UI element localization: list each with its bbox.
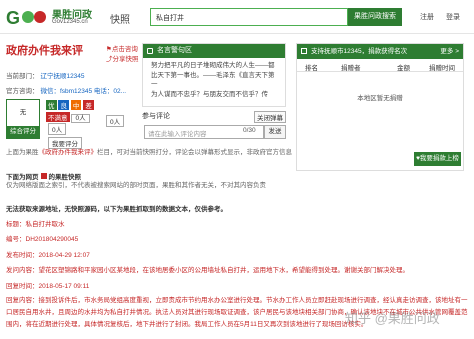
nav-snapshot[interactable]: 快照 [110, 11, 130, 26]
below-heading: 下面为网页 的果胜快照 [6, 173, 81, 181]
official-contact-row: 官方咨询： 微信：fsbm12345 电话：02... [6, 88, 127, 95]
rating-medium[interactable]: 中 [70, 100, 82, 110]
send-comment-button[interactable]: 发送 [264, 125, 286, 139]
share-snapshot-link[interactable]: ⤴分享快照 [106, 53, 139, 63]
data-notice: 无法获取来源地址，无快照源码，以下为果胜抓取到的数据文本，仅供参考。 [6, 206, 227, 213]
code-row: 编号：DH201804290045 [6, 236, 79, 243]
consult-link[interactable]: ⚑点击咨询 [106, 43, 138, 53]
title-row: 标题：私自打井取水 [6, 221, 65, 228]
logo[interactable]: G [6, 6, 50, 28]
register-link[interactable]: 注册 [420, 12, 434, 22]
disclaimer: 仅为网络版面之索引，不代表被搜索网站的部时页面，果胜和其作者无关，不对其内容负责 [6, 182, 266, 189]
rating-options: 优 良 中 差 [46, 100, 94, 110]
count-c: 0人 [106, 115, 125, 127]
column-time: 捐赠时间 [429, 65, 455, 72]
quote-line: 为人谋而不忠乎？与朋友交而不信乎？传 [151, 90, 268, 98]
reply-time-row: 回复时间：2018-05-17 09:11 [6, 283, 90, 290]
column-amount: 金额 [397, 65, 410, 72]
official-contact-link[interactable]: 微信：fsbm12345 电话：02... [40, 88, 126, 95]
rating-excellent[interactable]: 优 [46, 100, 57, 110]
red-marker-icon [40, 173, 47, 179]
donation-columns: 排名 捐赠者 金额 捐赠时间 [297, 59, 463, 72]
quotes-body: 努力把平凡的日子堆砌成伟大的人生——都 比天下第一事也。——毛泽东《直言天下第一… [143, 58, 285, 102]
login-link[interactable]: 登录 [446, 12, 460, 22]
content-row: 发问内容：望花区塑锦路和平家园小区某地段，在该地居委小区的公用墙址私自打井，运用… [6, 267, 409, 274]
more-link[interactable]: 更多 > [440, 44, 459, 59]
quote-line: 比天下第一事也。——毛泽东《直言天下第一 [151, 71, 275, 89]
top-header: G 果胜问政 Gov12345.cn 快照 私自打井 果胜问政搜索 注册 登录 [0, 0, 474, 34]
comment-char-count: 0/30 [243, 127, 256, 134]
column-link[interactable]: 《政府办件我来评》 [39, 149, 98, 156]
checkbox-icon [301, 48, 307, 54]
time-row: 发布时间：2018-04-29 12:07 [6, 252, 90, 259]
quotes-header: 名言警句区 [143, 44, 285, 58]
rating-summary: 无 综合评分 [6, 99, 40, 139]
quote-line: 努力把平凡的日子堆砌成伟大的人生——都 [151, 62, 275, 69]
close-danmaku-button[interactable]: 关闭弹幕 [254, 111, 286, 123]
unsatisfied-badge: 不满意 [46, 112, 70, 122]
column-donor: 捐赠者 [341, 65, 361, 72]
rating-poor[interactable]: 差 [83, 100, 94, 110]
rating-label: 综合评分 [7, 126, 39, 138]
rating-good[interactable]: 良 [58, 100, 69, 110]
page-title: 政府办件我来评 [6, 45, 83, 57]
column-rank: 排名 [305, 65, 318, 72]
svg-text:G: G [6, 8, 20, 28]
donation-header: 支持抚顺市12345，捐款获得名次 更多 > [297, 44, 463, 59]
donation-empty-text: 本地区暂无捐赠 [357, 95, 403, 102]
logo-subtitle: Gov12345.cn [52, 19, 88, 25]
logo-icon: G [6, 8, 46, 28]
search-button[interactable]: 果胜问政搜索 [348, 8, 402, 26]
department-link[interactable]: 辽宁抚顺12345 [40, 73, 84, 80]
quotes-box: 名言警句区 努力把平凡的日子堆砌成伟大的人生——都 比天下第一事也。——毛泽东《… [142, 43, 286, 107]
comment-label: 参与评论 [142, 113, 170, 120]
search-input[interactable]: 私自打井 [150, 8, 348, 26]
donation-rank-panel: 支持抚顺市12345，捐款获得名次 更多 > 排名 捐赠者 金额 捐赠时间 本地… [296, 43, 464, 171]
snapshot-intro: 上面为果胜《政府办件我来评》栏目，可对当前快照打分，评论会以弹幕形式显示，非政府… [6, 149, 292, 156]
watermark: 知乎 @果胜问政 [345, 311, 440, 326]
rating-value: 无 [19, 109, 27, 116]
department-row: 当前部门： 辽宁抚顺12345 [6, 73, 85, 80]
count-b: 0人 [48, 123, 67, 135]
donate-button[interactable]: ♥我要捐款上榜 [414, 152, 461, 166]
count-a: 0人 [71, 114, 90, 123]
quote-icon [147, 48, 153, 54]
rating-counts-row: 不满意 0人 [46, 112, 90, 123]
